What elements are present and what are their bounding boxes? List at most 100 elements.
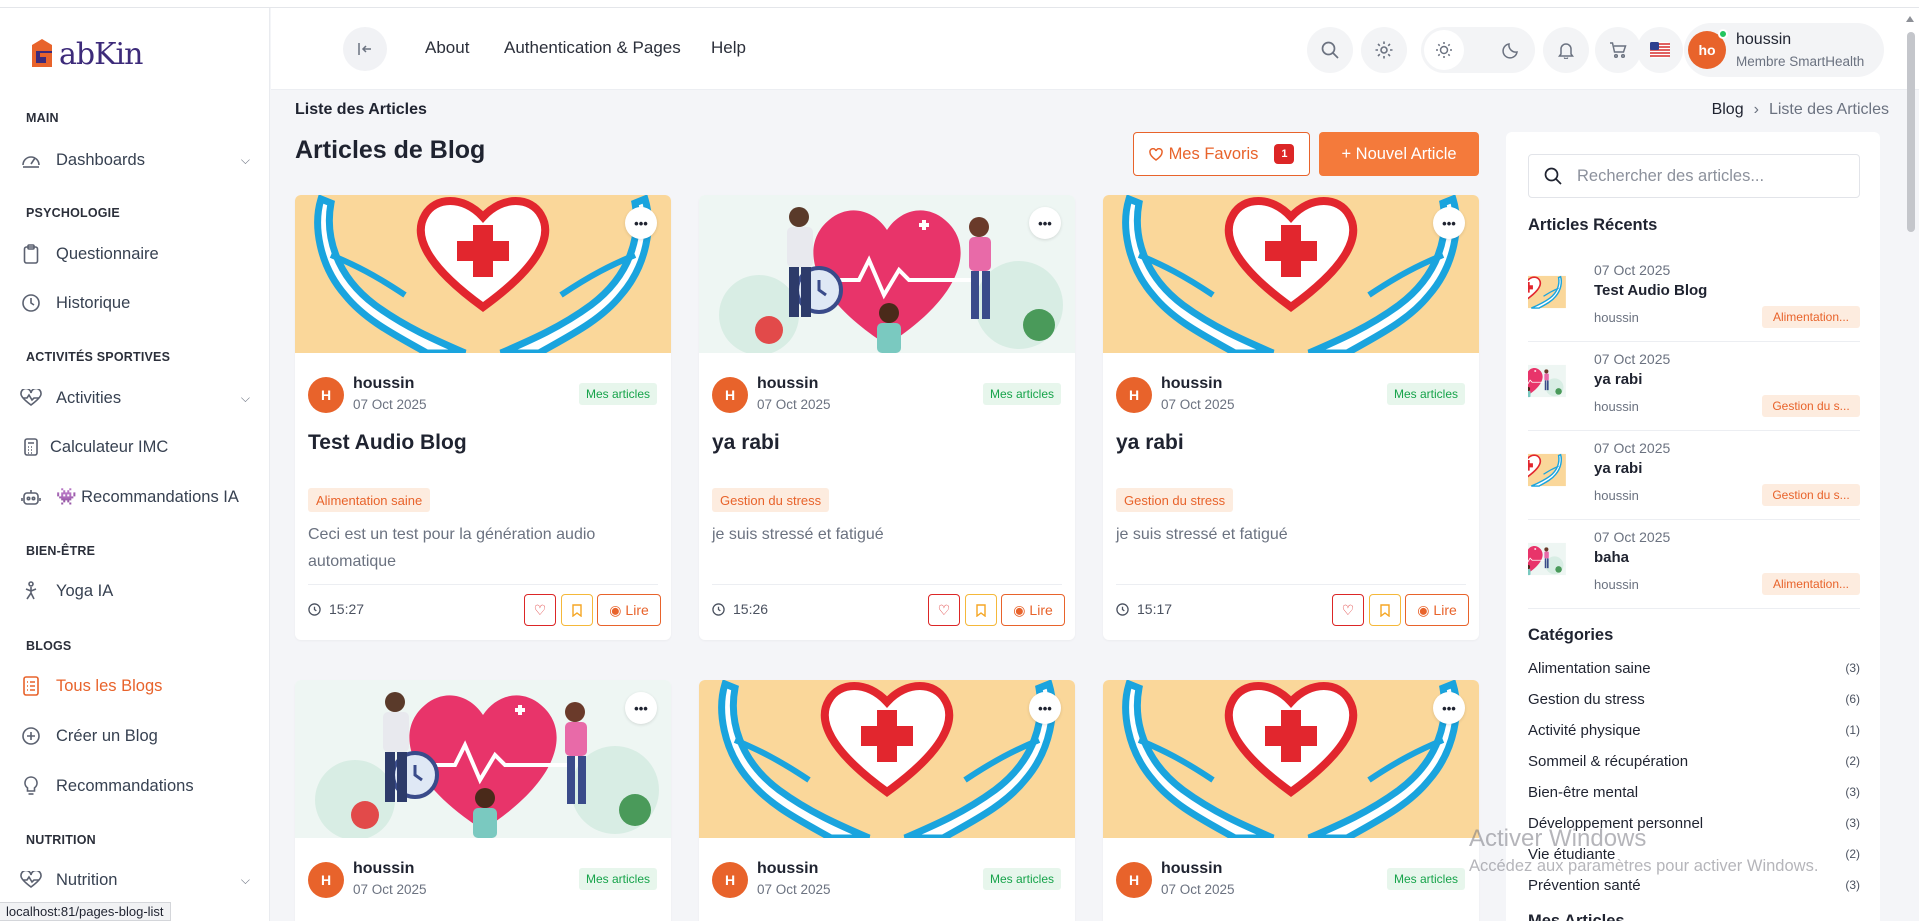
- category-count: (1): [1845, 723, 1860, 737]
- sidebar-item-label: Activities: [56, 388, 122, 407]
- recent-thumbnail: [1528, 442, 1584, 498]
- category-name: Gestion du stress: [1528, 691, 1645, 708]
- article-image[interactable]: [295, 195, 671, 353]
- favorites-button[interactable]: Mes Favoris 1: [1133, 132, 1310, 176]
- like-button[interactable]: ♡: [1332, 594, 1364, 626]
- search-button[interactable]: [1307, 27, 1353, 73]
- article-card[interactable]: ••• H houssin 07 Oct 2025 Mes articles: [295, 680, 671, 921]
- recent-title: baha: [1594, 549, 1630, 566]
- article-image[interactable]: [1103, 680, 1479, 838]
- article-card[interactable]: ••• H houssin 07 Oct 2025 Mes articles: [699, 680, 1075, 921]
- article-card[interactable]: ••• H houssin 07 Oct 2025 Mes articles y…: [699, 195, 1075, 640]
- article-title[interactable]: ya rabi: [712, 431, 780, 455]
- read-label: Lire: [625, 602, 649, 618]
- more-options-button[interactable]: •••: [1433, 692, 1465, 724]
- category-badge[interactable]: Alimentation saine: [308, 488, 431, 512]
- article-card[interactable]: ••• H houssin 07 Oct 2025 Mes articles: [1103, 680, 1479, 921]
- sidebar-item-yoga-ia[interactable]: Yoga IA: [20, 571, 250, 611]
- read-button[interactable]: ◉ Lire: [1405, 594, 1469, 626]
- right-panel: Articles Récents 07 Oct 2025 Test Audio …: [1506, 132, 1880, 921]
- article-image[interactable]: [699, 680, 1075, 838]
- page-scrollbar[interactable]: [1905, 12, 1917, 921]
- category-item[interactable]: Alimentation saine (3): [1528, 660, 1860, 684]
- article-title[interactable]: Test Audio Blog: [308, 431, 467, 455]
- sidebar-item-label: Calculateur IMC: [50, 437, 169, 456]
- settings-button[interactable]: [1361, 27, 1407, 73]
- scrollbar-thumb[interactable]: [1907, 32, 1915, 232]
- recent-thumbnail: [1528, 353, 1584, 409]
- category-item[interactable]: Gestion du stress (6): [1528, 691, 1860, 715]
- brand-logo[interactable]: abKin: [26, 32, 143, 76]
- heart-icon: ♡: [937, 601, 951, 618]
- sidebar-item-questionnaire[interactable]: Questionnaire: [20, 234, 250, 274]
- more-options-button[interactable]: •••: [1029, 692, 1061, 724]
- nav-link-about[interactable]: About: [425, 38, 469, 58]
- more-options-button[interactable]: •••: [625, 207, 657, 239]
- category-item[interactable]: Prévention santé (3): [1528, 877, 1860, 901]
- recent-article-item[interactable]: 07 Oct 2025 Test Audio Blog houssin Alim…: [1528, 254, 1860, 342]
- article-card[interactable]: ••• H houssin 07 Oct 2025 Mes articles T…: [295, 195, 671, 640]
- article-card[interactable]: ••• H houssin 07 Oct 2025 Mes articles y…: [1103, 195, 1479, 640]
- time-text: 15:27: [329, 601, 365, 617]
- category-item[interactable]: Sommeil & récupération (2): [1528, 753, 1860, 777]
- language-button[interactable]: [1637, 27, 1683, 73]
- bookmark-button[interactable]: [561, 594, 593, 626]
- dark-mode-button[interactable]: [1491, 30, 1531, 70]
- read-button[interactable]: ◉ Lire: [1001, 594, 1065, 626]
- sidebar-item-creer-un-blog[interactable]: Créer un Blog: [20, 716, 250, 756]
- article-excerpt: je suis stressé et fatigué: [1116, 526, 1288, 543]
- author-avatar: H: [712, 862, 748, 898]
- article-search[interactable]: [1528, 154, 1860, 198]
- article-excerpt: je suis stressé et fatigué: [712, 526, 884, 543]
- article-image[interactable]: [699, 195, 1075, 353]
- us-flag-icon: [1650, 42, 1670, 58]
- sidebar-item-nutrition[interactable]: Nutrition ⌵: [20, 860, 250, 900]
- article-excerpt: Ceci est un test pour la génération audi…: [308, 526, 596, 570]
- new-article-button[interactable]: + Nouvel Article: [1319, 132, 1479, 176]
- article-title[interactable]: ya rabi: [1116, 431, 1184, 455]
- chevron-down-icon: ⌵: [240, 152, 250, 167]
- sidebar-item-calculateur-imc[interactable]: Calculateur IMC: [20, 427, 250, 467]
- category-item[interactable]: Bien-être mental (3): [1528, 784, 1860, 808]
- category-item[interactable]: Activité physique (1): [1528, 722, 1860, 746]
- user-menu[interactable]: ho houssin Membre SmartHealth: [1684, 23, 1884, 77]
- like-button[interactable]: ♡: [524, 594, 556, 626]
- sidebar-item-tous-les-blogs[interactable]: Tous les Blogs: [20, 666, 250, 706]
- heart-icon: ♡: [1341, 601, 1355, 618]
- notifications-button[interactable]: [1543, 27, 1589, 73]
- nav-link-authentication[interactable]: Authentication & Pages: [504, 38, 681, 58]
- sidebar-item-dashboards[interactable]: Dashboards ⌵: [20, 140, 250, 180]
- category-badge[interactable]: Gestion du stress: [1116, 488, 1234, 512]
- recent-articles-heading: Articles Récents: [1528, 216, 1658, 234]
- like-button[interactable]: ♡: [928, 594, 960, 626]
- category-badge[interactable]: Gestion du stress: [712, 488, 830, 512]
- recent-article-item[interactable]: 07 Oct 2025 ya rabi houssin Gestion du s…: [1528, 343, 1860, 431]
- collapse-sidebar-button[interactable]: [343, 27, 387, 71]
- more-options-button[interactable]: •••: [625, 692, 657, 724]
- read-label: Lire: [1433, 602, 1457, 618]
- bell-icon: [1558, 43, 1574, 59]
- search-input[interactable]: [1577, 166, 1847, 186]
- light-mode-button[interactable]: [1424, 30, 1464, 70]
- read-button[interactable]: ◉ Lire: [597, 594, 661, 626]
- sidebar-item-historique[interactable]: Historique: [20, 283, 250, 323]
- author-name: houssin: [757, 860, 819, 877]
- gear-icon: [1375, 41, 1393, 59]
- article-image[interactable]: [295, 680, 671, 838]
- sidebar-item-activities[interactable]: Activities ⌵: [20, 378, 250, 418]
- section-main: MAIN: [26, 111, 59, 125]
- sidebar-item-recommandations[interactable]: Recommandations: [20, 766, 250, 806]
- new-article-label: + Nouvel Article: [1341, 144, 1457, 163]
- more-options-button[interactable]: •••: [1029, 207, 1061, 239]
- article-image[interactable]: [1103, 195, 1479, 353]
- cart-button[interactable]: [1595, 27, 1641, 73]
- recent-article-item[interactable]: 07 Oct 2025 baha houssin Alimentation...: [1528, 521, 1860, 609]
- author-name: houssin: [1161, 860, 1223, 877]
- recent-article-item[interactable]: 07 Oct 2025 ya rabi houssin Gestion du s…: [1528, 432, 1860, 520]
- nav-link-help[interactable]: Help: [711, 38, 746, 58]
- bookmark-button[interactable]: [965, 594, 997, 626]
- sidebar-item-recommandations-ia[interactable]: 👾 Recommandations IA: [20, 477, 250, 517]
- breadcrumb-blog[interactable]: Blog: [1712, 101, 1744, 119]
- more-options-button[interactable]: •••: [1433, 207, 1465, 239]
- bookmark-button[interactable]: [1369, 594, 1401, 626]
